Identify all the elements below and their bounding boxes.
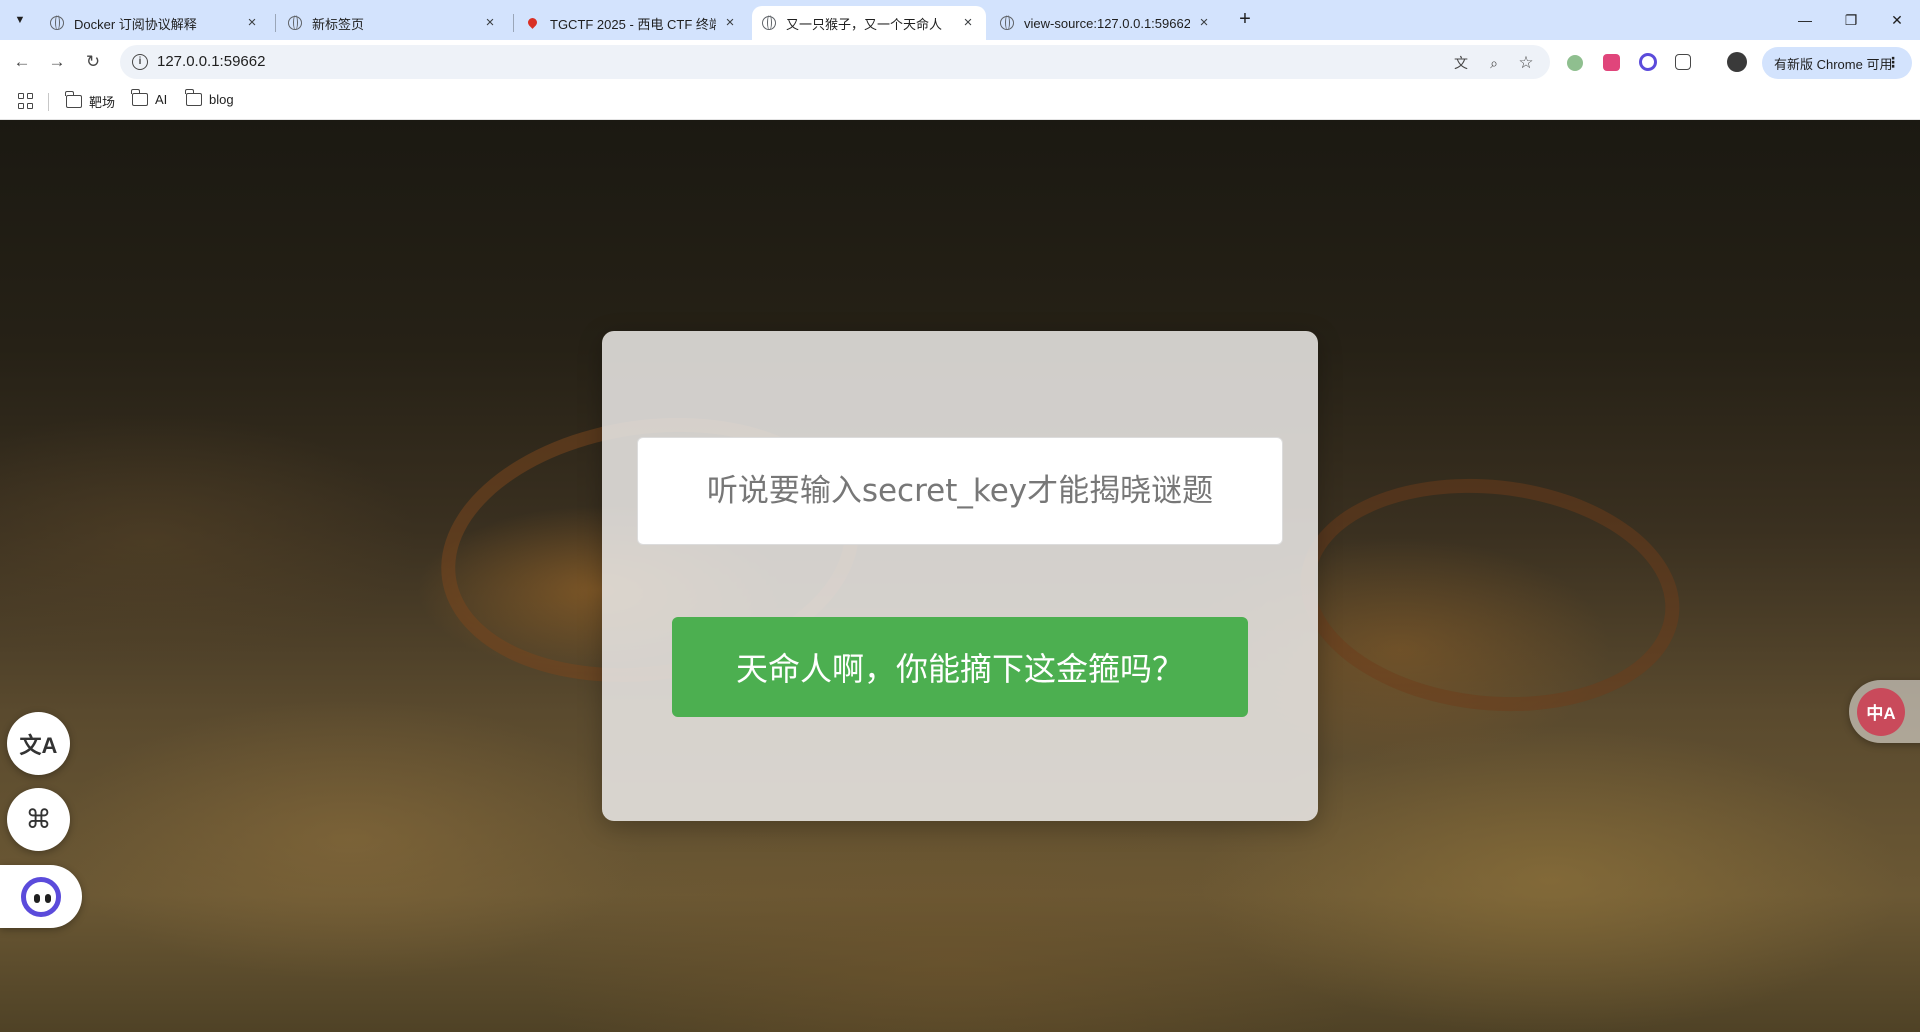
page-viewport: 天命人啊，你能摘下这金箍吗？ 文A ⌘ 中A [0,120,1920,1032]
tab-title: TGCTF 2025 - 西电 CTF 终端 [550,16,716,32]
folder-icon [185,89,202,106]
tab-title: Docker 订阅协议解释 [74,16,197,32]
bookmark-folder-range[interactable]: 靶场 [65,91,116,111]
extension-bot-icon[interactable] [1639,53,1657,71]
close-icon[interactable]: × [244,15,260,31]
close-window-button[interactable]: ✕ [1874,0,1920,40]
toolbar: ← → ↻ i 127.0.0.1:59662 文 ⌕ ☆ [0,40,1920,84]
bookmark-label: AI [155,92,168,107]
extension-green-icon[interactable] [1567,55,1583,71]
minimize-button[interactable]: — [1782,0,1828,40]
address-bar[interactable]: i 127.0.0.1:59662 文 ⌕ ☆ [120,45,1550,79]
translate-icon: 中A [1857,687,1905,736]
tab-title: 新标签页 [312,16,365,32]
tab-separator [513,14,514,32]
tab-tgctf[interactable]: TGCTF 2025 - 西电 CTF 终端 × [516,6,748,40]
new-tab-button[interactable]: + [1233,8,1257,32]
tab-separator [275,14,276,32]
close-icon[interactable]: × [1196,15,1212,31]
puzzle-icon[interactable] [1675,54,1691,70]
command-icon: ⌘ [25,804,52,834]
globe-icon [50,15,64,30]
profile-avatar[interactable] [1727,52,1747,72]
secret-key-input[interactable] [637,437,1283,545]
forward-button[interactable]: → [43,48,71,76]
close-icon[interactable]: × [722,15,738,31]
tab-active-monkey[interactable]: 又一只猴子，又一个天命人 × [752,6,986,40]
bookmark-label: 靶场 [89,95,116,110]
background-eel-shape [1289,460,1691,730]
folder-icon [131,89,148,106]
translate-icon[interactable]: 文 [1451,53,1471,73]
chrome-update-button[interactable]: 有新版 Chrome 可用 ⋮ [1762,47,1912,79]
reload-icon: ↻ [85,52,101,71]
globe-icon [1000,15,1014,30]
site-info-icon[interactable]: i [132,54,148,70]
tab-title: 又一只猴子，又一个天命人 [786,16,943,32]
tab-search-button[interactable]: ▼ [8,8,32,32]
star-icon[interactable]: ☆ [1516,53,1536,73]
back-button[interactable]: ← [8,48,36,76]
bookmark-folder-blog[interactable]: blog [185,89,234,107]
zoom-icon[interactable]: ⌕ [1484,53,1504,73]
close-icon[interactable]: × [960,15,976,31]
extension-pink-icon[interactable] [1603,54,1620,71]
bookmark-separator [48,93,49,111]
globe-icon [288,15,302,30]
bookmark-label: blog [209,92,234,107]
tab-strip: ▼ Docker 订阅协议解释 × 新标签页 × TGCTF 2025 - 西电… [0,0,1920,40]
close-icon[interactable]: × [482,15,498,31]
ctf-logo-icon [526,16,540,30]
bookmarks-bar: 靶场 AI blog [0,84,1920,120]
restore-icon: ❐ [1844,11,1858,28]
chevron-down-icon: ▼ [14,14,26,26]
more-icon: ⋮ [1886,54,1900,70]
update-label: 有新版 Chrome 可用 [1774,56,1893,72]
reload-button[interactable]: ↻ [79,48,107,76]
tab-title: view-source:127.0.0.1:59662 [1024,15,1190,31]
apps-grid-icon[interactable] [18,93,34,109]
submit-button[interactable]: 天命人啊，你能摘下这金箍吗？ [672,617,1248,717]
minimize-icon: — [1798,12,1812,28]
secret-key-card: 天命人啊，你能摘下这金箍吗？ [602,331,1318,821]
tab-view-source[interactable]: view-source:127.0.0.1:59662 × [990,6,1222,40]
bookmark-folder-ai[interactable]: AI [131,89,168,107]
apps-widget-button[interactable]: ⌘ [7,788,70,851]
translate-widget-button[interactable]: 文A [7,712,70,775]
tab-docker[interactable]: Docker 订阅协议解释 × [40,6,270,40]
translate-icon: 文A [19,732,58,758]
folder-icon [65,91,82,108]
arrow-left-icon: ← [13,52,31,71]
arrow-right-icon: → [48,52,66,71]
globe-icon [762,15,776,30]
assistant-widget-button[interactable] [0,865,82,928]
side-translate-widget[interactable]: 中A [1849,680,1920,743]
bot-face-icon [21,876,61,917]
restore-button[interactable]: ❐ [1828,0,1874,40]
tab-new-tab[interactable]: 新标签页 × [278,6,508,40]
close-icon: ✕ [1891,11,1903,28]
address-url[interactable]: 127.0.0.1:59662 [157,53,265,70]
